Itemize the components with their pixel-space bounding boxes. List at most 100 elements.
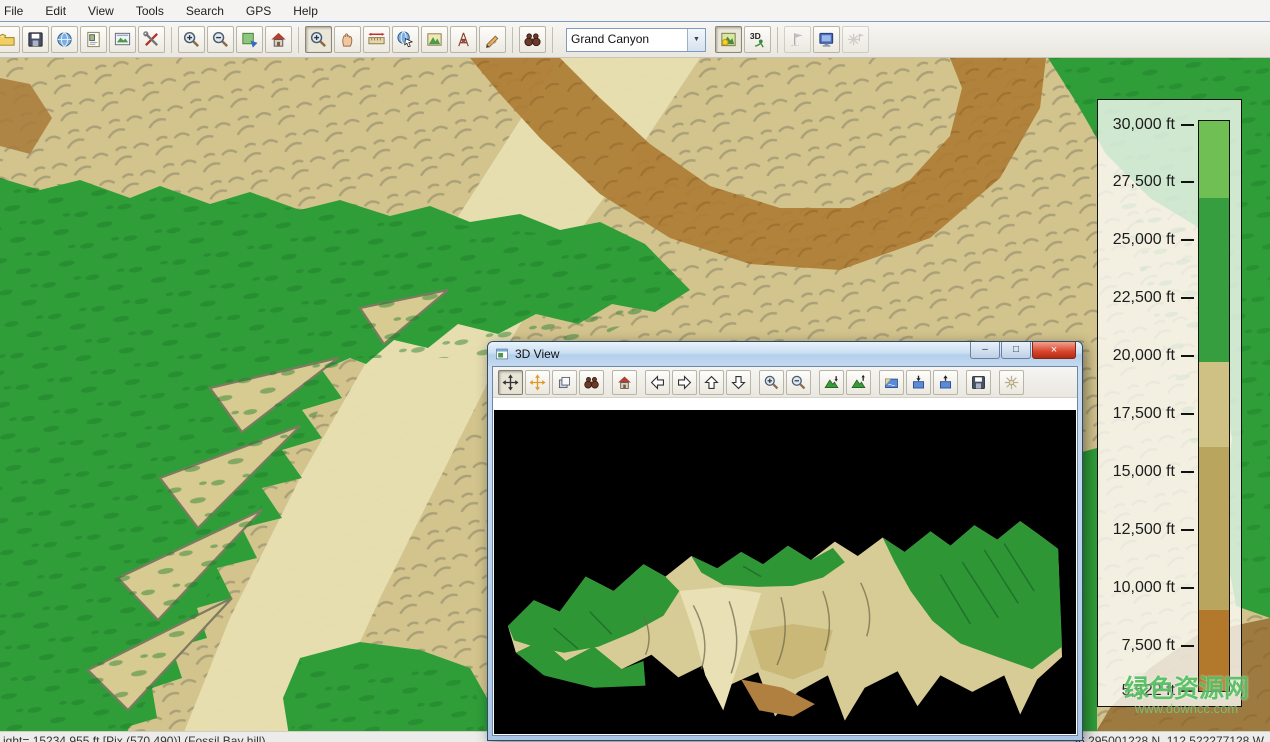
chevron-down-icon: ▼ <box>693 36 700 43</box>
legend-tick-label: 25,000 ft <box>1113 231 1175 249</box>
layer-select-dropdown-button[interactable]: ▼ <box>687 29 705 51</box>
3d-zoom-in-button[interactable] <box>759 370 784 395</box>
legend-tick-mark <box>1181 181 1194 183</box>
3d-zoom-out-button[interactable] <box>786 370 811 395</box>
3d-exaggeration-up-button[interactable] <box>846 370 871 395</box>
3d-window-title: 3D View <box>515 347 559 361</box>
view-3d-button[interactable] <box>744 26 771 53</box>
3d-reset-view-button[interactable] <box>612 370 637 395</box>
magnifier-minus-icon <box>790 374 807 391</box>
menu-search[interactable]: Search <box>175 2 235 20</box>
pencil-icon <box>483 30 502 49</box>
workspace-button[interactable] <box>80 26 107 53</box>
view-atlas-button[interactable] <box>715 26 742 53</box>
legend-tick-mark <box>1181 529 1194 531</box>
layers-icon <box>113 30 132 49</box>
legend-tick-mark <box>1181 297 1194 299</box>
atlas-sun-icon <box>719 30 738 49</box>
3d-water-up-button[interactable] <box>933 370 958 395</box>
draw-tool-button[interactable] <box>479 26 506 53</box>
save-button[interactable] <box>22 26 49 53</box>
3d-step-left-button[interactable] <box>645 370 670 395</box>
3d-water-level-button[interactable] <box>879 370 904 395</box>
3d-move-button[interactable] <box>525 370 550 395</box>
menu-bar: File Edit View Tools Search GPS Help <box>0 0 1270 22</box>
search-button[interactable] <box>519 26 546 53</box>
colorbar-segment <box>1199 198 1229 362</box>
arrow-right-icon <box>676 374 693 391</box>
legend-tick: 15,000 ft <box>1098 463 1194 481</box>
3d-exaggeration-down-button[interactable] <box>819 370 844 395</box>
3d-copy-view-button[interactable] <box>552 370 577 395</box>
colorbar-segment <box>1199 362 1229 447</box>
effects-tool-button[interactable] <box>842 26 869 53</box>
world-data-button[interactable] <box>51 26 78 53</box>
3d-step-down-button[interactable] <box>726 370 751 395</box>
legend-tick-mark <box>1181 587 1194 589</box>
water-icon <box>883 374 900 391</box>
zoom-tool-button[interactable] <box>305 26 332 53</box>
feature-info-button[interactable] <box>392 26 419 53</box>
arrow-up-icon <box>703 374 720 391</box>
menu-edit[interactable]: Edit <box>34 2 77 20</box>
legend-tick: 5,522 ft <box>1098 682 1194 700</box>
toolbar-separator <box>552 27 553 53</box>
maximize-icon: □ <box>1013 345 1019 355</box>
3d-viewport[interactable] <box>494 410 1076 734</box>
open-button[interactable] <box>0 26 20 53</box>
legend-tick-label: 30,000 ft <box>1113 116 1175 134</box>
3d-save-button[interactable] <box>966 370 991 395</box>
app-window: File Edit View Tools Search GPS Help Gra… <box>0 0 1270 742</box>
measure-tool-button[interactable] <box>363 26 390 53</box>
toolbar-separator <box>171 27 172 53</box>
3d-step-right-button[interactable] <box>672 370 697 395</box>
legend-tick: 22,500 ft <box>1098 289 1194 307</box>
legend-tick: 7,500 ft <box>1098 637 1194 655</box>
water-down-icon <box>910 374 927 391</box>
pan-tool-button[interactable] <box>334 26 361 53</box>
legend-tick-mark <box>1181 124 1194 126</box>
home-view-button[interactable] <box>265 26 292 53</box>
menu-tools[interactable]: Tools <box>125 2 175 20</box>
3d-water-down-button[interactable] <box>906 370 931 395</box>
menu-help[interactable]: Help <box>282 2 329 20</box>
mountain-up-icon <box>850 374 867 391</box>
status-elevation-text: ight= 15234.955 ft [Pix (570,490)] (Foss… <box>3 734 265 742</box>
minimize-button[interactable]: – <box>970 342 1000 359</box>
zoom-in-button[interactable] <box>178 26 205 53</box>
3d-effects-button[interactable] <box>999 370 1024 395</box>
menu-file[interactable]: File <box>0 2 34 20</box>
3d-step-up-button[interactable] <box>699 370 724 395</box>
close-button[interactable]: × <box>1032 342 1076 359</box>
move-cross-icon <box>529 374 546 391</box>
3d-view-icon <box>748 30 767 49</box>
tower-icon <box>454 30 473 49</box>
menu-view[interactable]: View <box>77 2 125 20</box>
zoom-out-button[interactable] <box>207 26 234 53</box>
path-profile-button[interactable] <box>450 26 477 53</box>
legend-tick-mark <box>1181 471 1194 473</box>
layer-select[interactable]: Grand Canyon ▼ <box>566 28 706 52</box>
digitizer-tool-button[interactable] <box>421 26 448 53</box>
mountain-down-icon <box>823 374 840 391</box>
3d-pan-button[interactable] <box>498 370 523 395</box>
ruler-icon <box>367 30 386 49</box>
maximize-button[interactable]: □ <box>1001 342 1031 359</box>
close-icon: × <box>1051 345 1057 356</box>
magnifier-plus-icon <box>763 374 780 391</box>
3d-view-window: 3D View – □ × <box>487 341 1083 741</box>
legend-tick-mark <box>1181 239 1194 241</box>
legend-tick: 12,500 ft <box>1098 521 1194 539</box>
flag-tool-button[interactable] <box>784 26 811 53</box>
control-center-button[interactable] <box>813 26 840 53</box>
toolbar-separator <box>777 27 778 53</box>
configuration-button[interactable] <box>138 26 165 53</box>
water-up-icon <box>937 374 954 391</box>
full-extent-button[interactable] <box>236 26 263 53</box>
menu-gps[interactable]: GPS <box>235 2 282 20</box>
burst-flag-icon <box>846 30 865 49</box>
3d-search-button[interactable] <box>579 370 604 395</box>
overlay-control-button[interactable] <box>109 26 136 53</box>
3d-window-body <box>492 366 1078 736</box>
globe-icon <box>55 30 74 49</box>
